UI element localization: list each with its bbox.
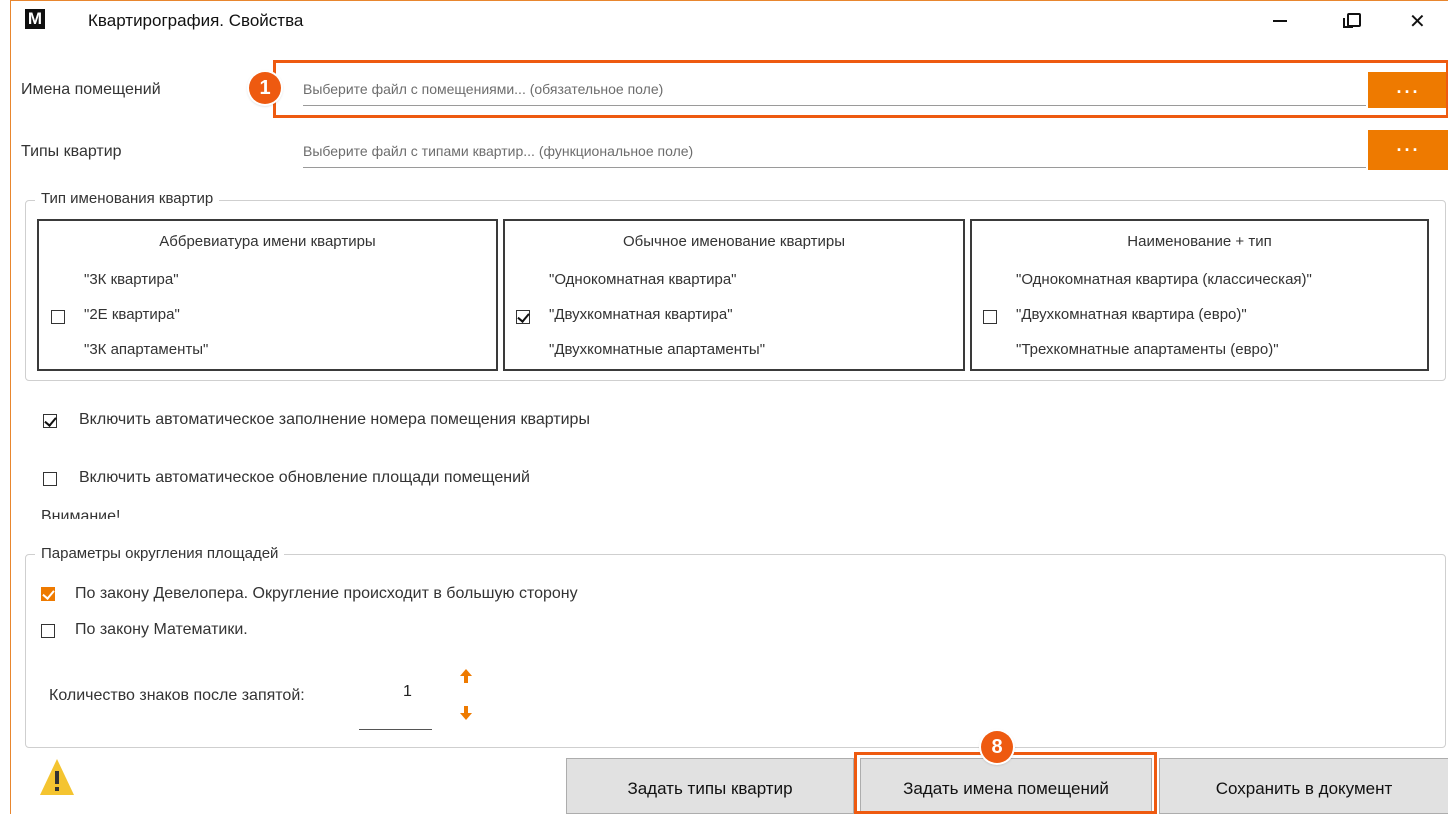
decimals-label: Количество знаков после запятой: <box>49 687 305 704</box>
naming-option-header: Обычное именование квартиры <box>622 233 846 250</box>
close-icon: ✕ <box>1409 11 1426 33</box>
close-button[interactable]: ✕ <box>1393 1 1439 39</box>
naming-example: "3К апартаменты" <box>84 341 209 358</box>
minimize-button[interactable] <box>1256 1 1302 39</box>
naming-name-type-checkbox[interactable] <box>983 310 997 324</box>
highlight-frame-8 <box>854 752 1157 814</box>
set-apartment-types-button[interactable]: Задать типы квартир <box>566 758 854 814</box>
naming-type-legend: Тип именования квартир <box>35 190 220 207</box>
math-rounding-label: По закону Математики. <box>75 621 248 638</box>
highlight-frame-1 <box>273 60 1448 118</box>
properties-window: M Квартирография. Свойства ✕ Имена помещ… <box>10 0 1448 814</box>
app-logo: M <box>25 9 45 29</box>
minimize-icon <box>1273 20 1287 22</box>
math-rounding-checkbox[interactable] <box>41 624 55 638</box>
naming-example: "Однокомнатная квартира (классическая)" <box>1016 271 1312 288</box>
warning-text: Внимание! <box>41 508 121 519</box>
naming-option-regular[interactable]: Обычное именование квартиры "Однокомнатн… <box>503 219 965 371</box>
decimals-underline <box>359 729 432 730</box>
naming-example: "Двухкомнатные апартаменты" <box>549 341 766 358</box>
decimals-value[interactable]: 1 <box>403 683 412 701</box>
warning-icon <box>40 759 74 795</box>
developer-rounding-checkbox[interactable] <box>41 587 55 601</box>
naming-example: "Трехкомнатные апартаменты (евро)" <box>1016 341 1279 358</box>
naming-option-header: Наименование + тип <box>1127 233 1272 250</box>
types-file-input[interactable] <box>303 135 1366 168</box>
rooms-file-label: Имена помещений <box>21 81 161 98</box>
types-file-label: Типы квартир <box>21 143 122 160</box>
title-bar: M Квартирография. Свойства ✕ <box>11 1 1448 39</box>
auto-area-checkbox[interactable] <box>43 472 57 486</box>
naming-option-header: Аббревиатура имени квартиры <box>159 233 376 250</box>
naming-example: "Однокомнатная квартира" <box>549 271 737 288</box>
restore-icon <box>1343 13 1361 28</box>
auto-number-label: Включить автоматическое заполнение номер… <box>79 411 590 428</box>
naming-option-abbreviation[interactable]: Аббревиатура имени квартиры "3К квартира… <box>37 219 498 371</box>
window-title: Квартирография. Свойства <box>88 11 304 30</box>
auto-area-label: Включить автоматическое обновление площа… <box>79 469 530 486</box>
naming-example: "2Е квартира" <box>84 306 180 323</box>
arrow-down-icon[interactable] <box>459 705 473 721</box>
types-browse-button[interactable]: ... <box>1368 130 1448 170</box>
naming-example: "3К квартира" <box>84 271 179 288</box>
naming-option-name-type[interactable]: Наименование + тип "Однокомнатная кварти… <box>970 219 1429 371</box>
naming-regular-checkbox[interactable] <box>516 310 530 324</box>
naming-abbreviation-checkbox[interactable] <box>51 310 65 324</box>
auto-number-checkbox[interactable] <box>43 414 57 428</box>
arrow-up-icon[interactable] <box>459 668 473 684</box>
step-badge-8: 8 <box>981 731 1013 763</box>
naming-example: "Двухкомнатная квартира" <box>549 306 733 323</box>
developer-rounding-label: По закону Девелопера. Округление происхо… <box>75 585 578 602</box>
naming-example: "Двухкомнатная квартира (евро)" <box>1016 306 1247 323</box>
rounding-legend: Параметры округления площадей <box>35 545 285 562</box>
rounding-group <box>25 554 1446 748</box>
save-to-document-button[interactable]: Сохранить в документ <box>1159 758 1448 814</box>
step-badge-1: 1 <box>249 72 281 104</box>
maximize-button[interactable] <box>1329 1 1375 39</box>
